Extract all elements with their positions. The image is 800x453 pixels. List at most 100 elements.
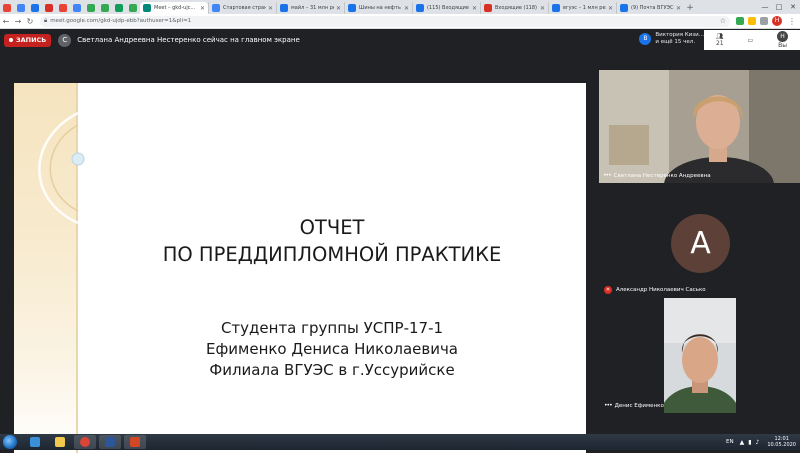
tab-close-icon[interactable]: ✕ xyxy=(540,5,545,12)
tab-close-icon[interactable]: ✕ xyxy=(676,5,681,12)
pinned-tab[interactable] xyxy=(14,2,28,14)
browser-tab[interactable]: майл – 31 млн рез...✕ xyxy=(276,2,344,14)
pinned-tab[interactable] xyxy=(56,2,70,14)
extension-puzzle-icon[interactable] xyxy=(760,17,768,25)
more-options-icon[interactable]: ••• xyxy=(603,172,612,179)
chat-button[interactable]: ▭ xyxy=(747,37,753,44)
favicon-icon xyxy=(280,4,288,12)
powerpoint-icon xyxy=(130,437,140,447)
favicon-icon xyxy=(129,4,137,12)
browser-tab[interactable]: (9) Почта ВГУЭС ...✕ xyxy=(616,2,684,14)
tab-close-icon[interactable]: ✕ xyxy=(336,5,341,12)
more-options-icon[interactable]: ••• xyxy=(604,402,613,409)
pinned-tab[interactable] xyxy=(126,2,140,14)
favicon-icon xyxy=(31,4,39,12)
self-label: Вы xyxy=(778,42,787,49)
pinned-tab[interactable] xyxy=(84,2,98,14)
favicon-icon xyxy=(484,4,492,12)
taskbar-app[interactable] xyxy=(74,435,96,449)
url-text: meet.google.com/gkd-ujdp-ebb?authuser=1&… xyxy=(50,18,192,24)
language-indicator[interactable]: EN xyxy=(726,439,734,445)
extension-shield-icon[interactable] xyxy=(736,17,744,25)
maximize-icon[interactable]: □ xyxy=(772,0,786,14)
tab-close-icon[interactable]: ✕ xyxy=(404,5,409,12)
favicon-icon xyxy=(115,4,123,12)
pinned-tab[interactable] xyxy=(28,2,42,14)
pinned-tab[interactable] xyxy=(98,2,112,14)
slide-title-line-2: ПО ПРЕДДИПЛОМНОЙ ПРАКТИКЕ xyxy=(162,243,502,266)
menu-kebab-icon[interactable]: ⋮ xyxy=(786,17,798,26)
recording-badge: ЗАПИСЬ xyxy=(4,33,52,47)
meet-top-bar: ЗАПИСЬ С Светлана Андреевна Нестеренко с… xyxy=(0,29,800,51)
taskbar-app[interactable] xyxy=(24,435,46,449)
folder-icon xyxy=(55,437,65,447)
close-window-icon[interactable]: ✕ xyxy=(786,0,800,14)
favicon-icon xyxy=(87,4,95,12)
browser-tab[interactable]: Стартовая страни...✕ xyxy=(208,2,276,14)
meet-controls-panel: 👥︎ 21 ▭ Н Вы xyxy=(704,30,800,50)
favicon-icon xyxy=(143,4,151,12)
participant-name: Светлана Нестеренко Андреевна xyxy=(613,172,711,179)
viewer-text: Виктория Кизи... и ещё 15 чел. xyxy=(655,32,704,46)
back-arrow-icon[interactable]: ← xyxy=(0,17,12,26)
tab-title: Стартовая страни... xyxy=(223,5,266,11)
minimize-icon[interactable]: — xyxy=(758,0,772,14)
participant-video xyxy=(664,298,736,413)
tab-title: Входящие (118) – ... xyxy=(495,5,538,11)
forward-arrow-icon[interactable]: → xyxy=(12,17,24,26)
tray-arrow-icon[interactable]: ▲ xyxy=(740,439,745,446)
address-bar[interactable]: 🔒︎ meet.google.com/gkd-ujdp-ebb?authuser… xyxy=(40,15,730,27)
ie-icon xyxy=(30,437,40,447)
browser-tab[interactable]: Шины на нефть по...✕ xyxy=(344,2,412,14)
browser-tab[interactable]: (115) Входящие – ...✕ xyxy=(412,2,480,14)
bookmark-star-icon[interactable]: ☆ xyxy=(720,17,726,25)
windows-taskbar: EN ▲ ▮ ♪ 12:01 10.05.2020 xyxy=(0,434,800,450)
browser-tab[interactable]: Входящие (118) – ...✕ xyxy=(480,2,548,14)
pinned-tab[interactable] xyxy=(70,2,84,14)
extension-icon[interactable] xyxy=(748,17,756,25)
tab-close-icon[interactable]: ✕ xyxy=(608,5,613,12)
participant-tile[interactable] xyxy=(664,298,736,413)
tab-title: (9) Почта ВГУЭС ... xyxy=(631,5,674,11)
taskbar-app[interactable] xyxy=(124,435,146,449)
participant-tile[interactable]: ••• Светлана Нестеренко Андреевна xyxy=(599,70,800,183)
volume-icon[interactable]: ♪ xyxy=(756,439,760,446)
viewer-avatar: В xyxy=(639,33,652,45)
new-tab-button[interactable]: + xyxy=(684,2,696,14)
mic-off-icon: ✕ xyxy=(604,286,612,294)
start-button[interactable] xyxy=(3,435,17,449)
extension-icons: Н ⋮ xyxy=(736,16,798,26)
favicon-icon xyxy=(416,4,424,12)
chrome-icon xyxy=(80,437,90,447)
reload-icon[interactable]: ↻ xyxy=(24,17,36,26)
profile-avatar[interactable]: Н xyxy=(772,16,782,26)
favicon-icon xyxy=(620,4,628,12)
pinned-tab[interactable] xyxy=(42,2,56,14)
taskbar-app[interactable] xyxy=(49,435,71,449)
tab-title: (115) Входящие – ... xyxy=(427,5,470,11)
participant-avatar: А xyxy=(671,214,730,273)
tab-close-icon[interactable]: ✕ xyxy=(200,5,205,12)
tab-title: Meet – gkd-ujc... xyxy=(154,5,196,11)
participants-summary[interactable]: В Виктория Кизи... и ещё 15 чел. xyxy=(639,32,704,46)
pinned-tab[interactable] xyxy=(112,2,126,14)
clock-date: 10.05.2020 xyxy=(767,442,796,448)
favicon-icon xyxy=(59,4,67,12)
clock[interactable]: 12:01 10.05.2020 xyxy=(767,436,796,448)
browser-tab[interactable]: вгуэс – 1 млн резу...✕ xyxy=(548,2,616,14)
presentation-stage: ОТЧЕТ ПО ПРЕДДИПЛОМНОЙ ПРАКТИКЕ Студента… xyxy=(0,51,598,453)
participant-label: ✕ Александр Николаевич Сасько xyxy=(604,286,706,294)
people-button[interactable]: 👥︎ 21 xyxy=(716,33,724,47)
slide-title-line-1: ОТЧЕТ xyxy=(299,216,365,239)
tab-close-icon[interactable]: ✕ xyxy=(268,5,273,12)
taskbar-app[interactable] xyxy=(99,435,121,449)
tab-list: Meet – gkd-ujc...✕Стартовая страни...✕ма… xyxy=(140,2,684,14)
network-icon[interactable]: ▮ xyxy=(748,439,751,446)
pinned-tab[interactable] xyxy=(0,2,14,14)
word-icon xyxy=(105,437,115,447)
people-icon: 👥︎ xyxy=(715,33,724,40)
presenter-status: Светлана Андреевна Нестеренко сейчас на … xyxy=(77,36,300,44)
browser-tab[interactable]: Meet – gkd-ujc... ✕ xyxy=(140,2,208,14)
tab-close-icon[interactable]: ✕ xyxy=(472,5,477,12)
self-view-button[interactable]: Н Вы xyxy=(777,31,789,49)
